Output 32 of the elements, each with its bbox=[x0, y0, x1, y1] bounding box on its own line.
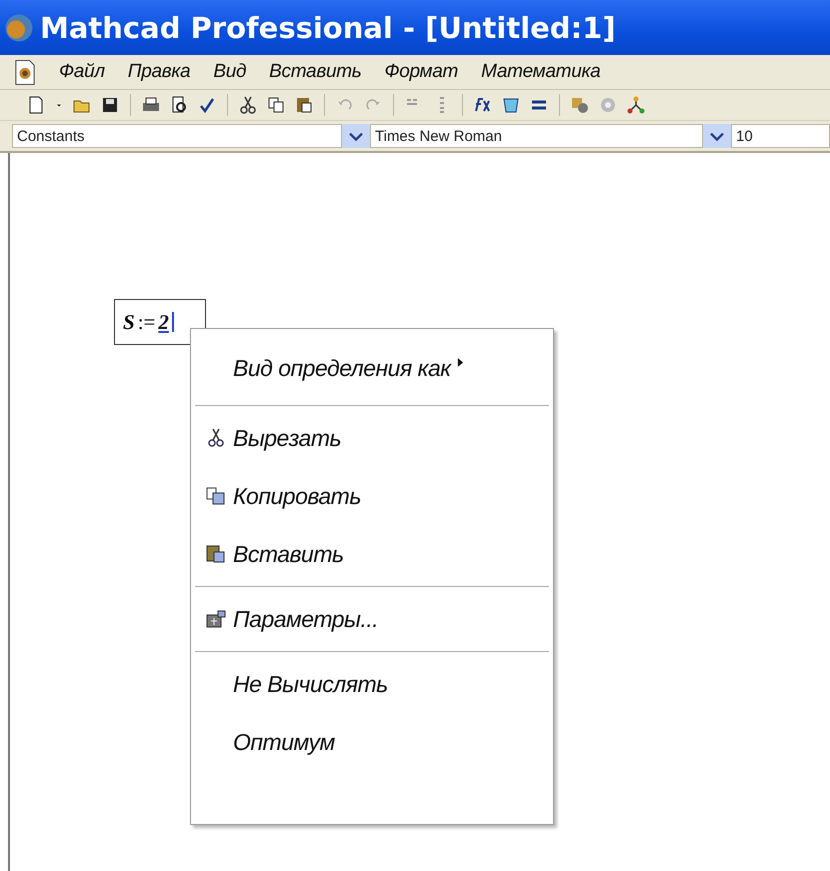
paste-icon bbox=[206, 544, 226, 564]
menu-item[interactable]: Вырезать bbox=[233, 424, 342, 452]
copy-icon[interactable] bbox=[266, 95, 286, 115]
math-variable: S bbox=[123, 310, 135, 334]
menu-item[interactable]: Вставить bbox=[269, 61, 362, 83]
submenu-arrow-icon bbox=[456, 356, 464, 368]
math-operator: := bbox=[138, 310, 156, 334]
math-value: 2 bbox=[158, 310, 169, 334]
document-icon[interactable] bbox=[14, 58, 36, 86]
menu-item[interactable]: Параметры... bbox=[233, 606, 378, 632]
properties-icon bbox=[206, 609, 226, 629]
font-size-dropdown[interactable]: 10 bbox=[731, 124, 830, 148]
menu-item[interactable]: Оптимум bbox=[233, 728, 335, 756]
menu-item[interactable]: Вставить bbox=[233, 540, 344, 568]
window-title: Mathcad Professional - [Untitled:1] bbox=[40, 10, 616, 44]
menu-item[interactable]: Вид определения как bbox=[233, 354, 451, 382]
copy-icon bbox=[206, 486, 226, 506]
menu-item[interactable]: Математика bbox=[481, 61, 600, 83]
menu-item[interactable]: Вид bbox=[213, 61, 246, 83]
save-icon[interactable] bbox=[100, 95, 120, 115]
style-dropdown[interactable]: Constants bbox=[12, 124, 342, 148]
menu-item[interactable]: Файл bbox=[59, 61, 105, 83]
app-logo-icon bbox=[4, 12, 34, 42]
menu-item[interactable]: Не Вычислять bbox=[233, 670, 388, 698]
font-dropdown[interactable]: Times New Roman bbox=[370, 124, 703, 148]
scissors-icon bbox=[206, 428, 226, 448]
tree-icon[interactable] bbox=[626, 95, 646, 115]
cut-icon[interactable] bbox=[238, 95, 258, 115]
menu-item[interactable]: Формат bbox=[384, 61, 458, 83]
paste-icon[interactable] bbox=[294, 95, 314, 115]
menu-item[interactable]: Правка bbox=[128, 61, 190, 83]
menu-item[interactable]: Копировать bbox=[233, 482, 361, 510]
